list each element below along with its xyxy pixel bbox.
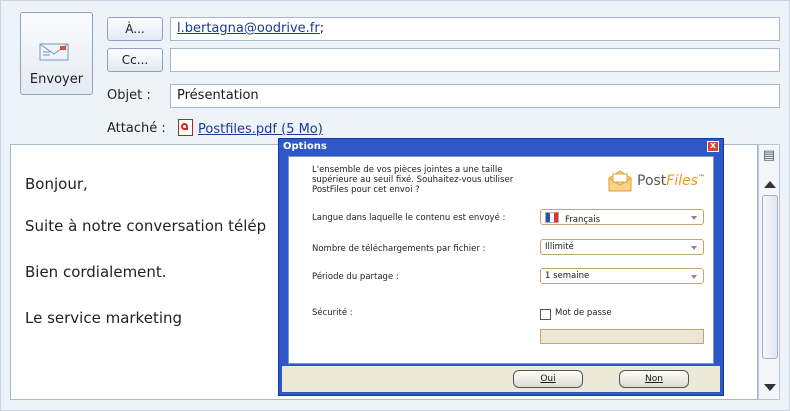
french-flag-icon <box>545 212 559 223</box>
language-label: Langue dans laquelle le contenu est envo… <box>312 213 506 223</box>
dialog-title: Options <box>283 141 327 152</box>
password-checkbox-label[interactable]: Mot de passe <box>555 308 612 318</box>
password-checkbox[interactable] <box>540 309 551 320</box>
cc-field[interactable] <box>170 48 780 72</box>
send-button[interactable]: Envoyer <box>20 12 93 95</box>
postfiles-envelope-icon <box>608 170 632 192</box>
chevron-down-icon <box>691 216 697 220</box>
scroll-down-icon[interactable] <box>764 384 776 391</box>
pdf-icon <box>178 119 193 136</box>
send-envelope-icon <box>39 43 69 61</box>
body-line: Suite à notre conversation télép <box>25 217 267 235</box>
logo-text-main: Post <box>637 173 667 189</box>
to-button[interactable]: À... <box>107 17 163 41</box>
to-field[interactable]: l.bertagna@oodrive.fr; <box>170 17 780 41</box>
attachment-name[interactable]: Postfiles.pdf (5 Mo) <box>198 122 323 137</box>
language-select[interactable]: Français <box>540 209 704 225</box>
downloads-value: Illimité <box>545 242 574 252</box>
downloads-label: Nombre de téléchargements par fichier : <box>312 244 486 254</box>
to-recipient[interactable]: l.bertagna@oodrive.fr <box>177 21 320 36</box>
yes-button[interactable]: Oui <box>513 370 583 388</box>
logo-trademark: ™ <box>698 173 706 182</box>
postfiles-logo: PostFiles™ <box>607 163 707 199</box>
body-scrollbar[interactable]: ▤ <box>758 144 780 400</box>
dialog-intro-text: L'ensemble de vos pièces jointes a une t… <box>312 165 514 195</box>
chevron-down-icon <box>691 275 697 279</box>
attachment-item[interactable]: Postfiles.pdf (5 Mo) <box>178 119 323 137</box>
language-value: Français <box>565 215 601 225</box>
dialog-panel: L'ensemble de vos pièces jointes a une t… <box>288 156 714 364</box>
cc-button[interactable]: Cc... <box>107 48 163 72</box>
dialog-footer: Oui Non <box>282 366 720 392</box>
chevron-down-icon <box>691 246 697 250</box>
subject-label: Objet : <box>107 88 151 103</box>
attached-label: Attaché : <box>107 121 166 136</box>
security-label: Sécurité : <box>312 308 353 318</box>
period-value: 1 semaine <box>545 271 590 281</box>
no-button[interactable]: Non <box>619 370 689 388</box>
close-icon[interactable]: x <box>707 141 719 152</box>
body-line: Bonjour, <box>25 175 88 193</box>
logo-text-accent: Files <box>666 173 699 189</box>
ruler-toggle-icon[interactable]: ▤ <box>761 148 777 164</box>
scroll-thumb[interactable] <box>762 195 778 359</box>
period-select[interactable]: 1 semaine <box>540 268 704 284</box>
scroll-up-icon[interactable] <box>764 181 776 188</box>
subject-field[interactable]: Présentation <box>170 84 780 108</box>
to-separator: ; <box>319 21 325 36</box>
body-line: Le service marketing <box>25 309 183 327</box>
body-line: Bien cordialement. <box>25 263 167 281</box>
period-label: Période du partage : <box>312 272 399 282</box>
password-input[interactable] <box>540 329 704 344</box>
options-dialog: Options x L'ensemble de vos pièces joint… <box>278 138 724 396</box>
send-label: Envoyer <box>29 72 84 87</box>
downloads-select[interactable]: Illimité <box>540 239 704 255</box>
